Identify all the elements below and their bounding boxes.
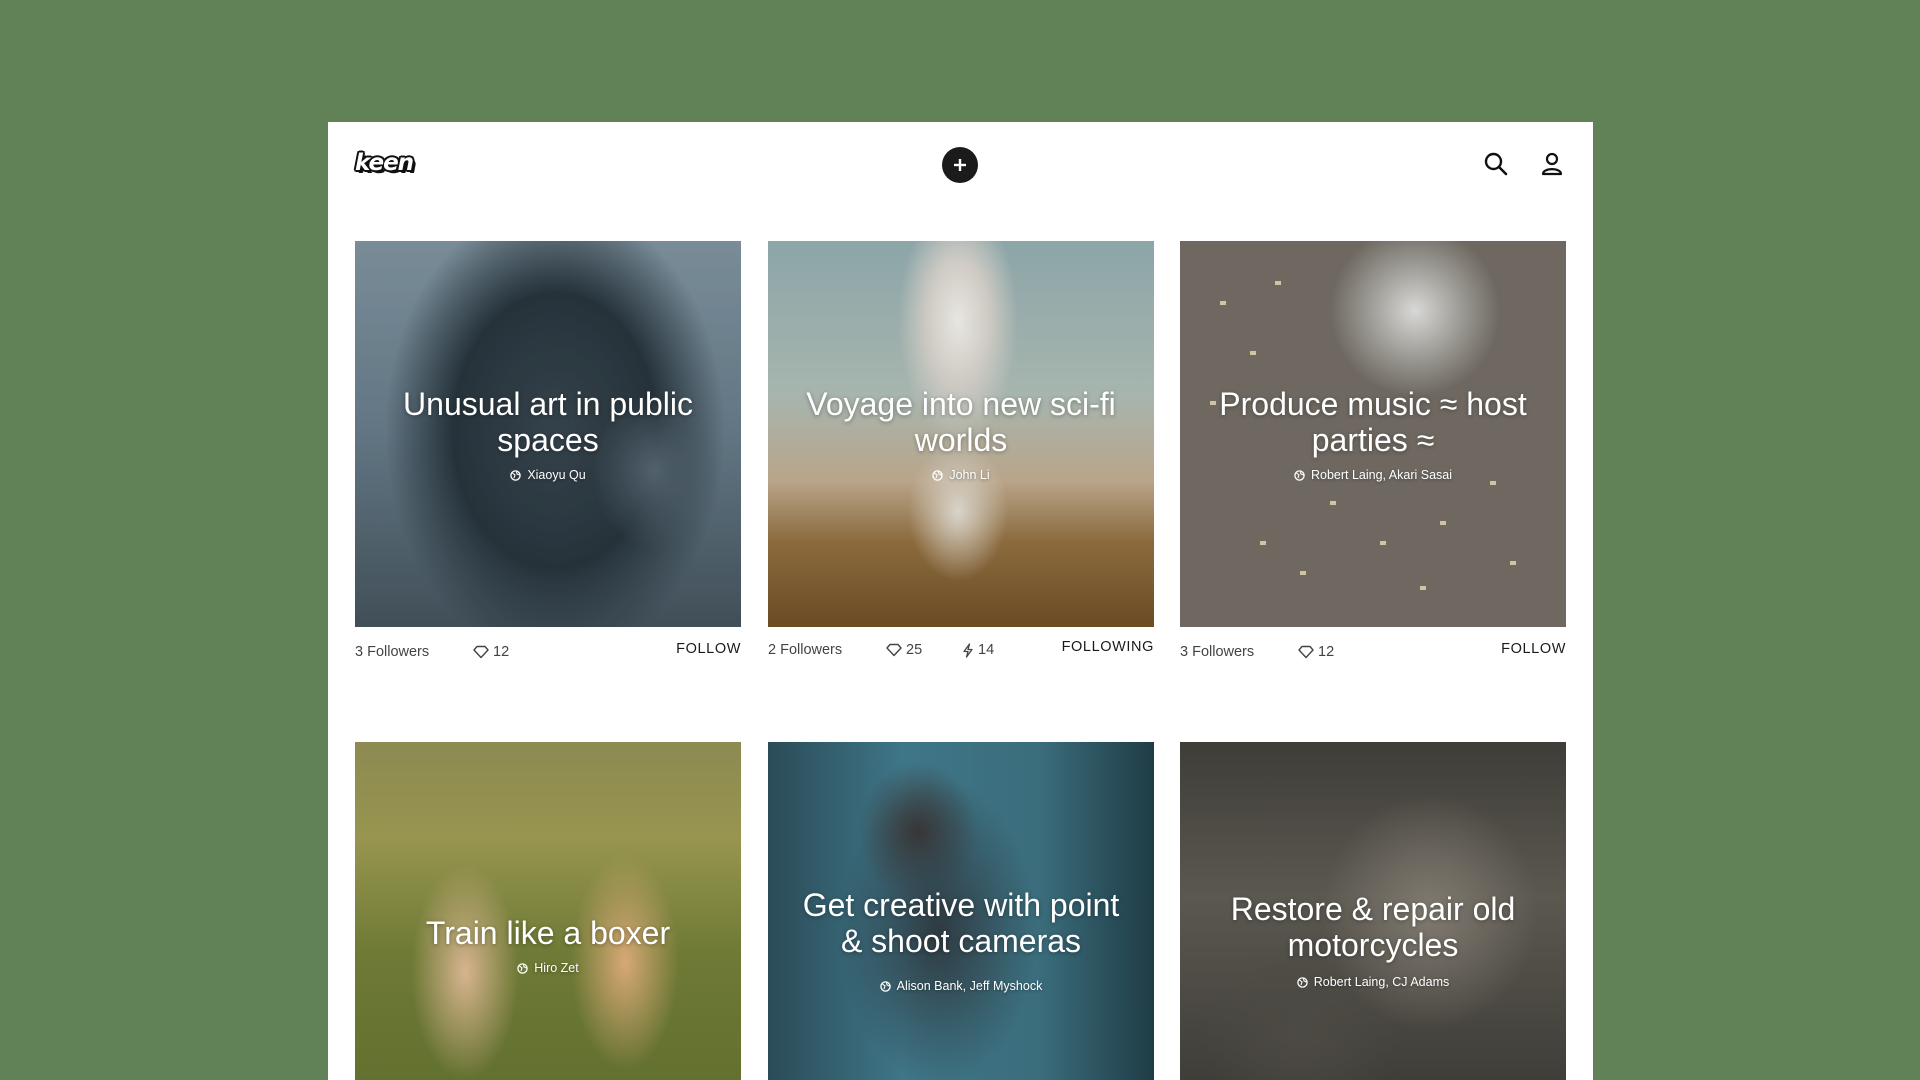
card-footer: 2 Followers 25 14 FOLLOWING <box>768 627 1154 667</box>
topic-card: Train like a boxer Hiro Zet <box>355 742 741 1080</box>
card-title: Get creative with point & shoot cameras <box>802 887 1120 959</box>
author-names: Xiaoyu Qu <box>527 468 586 482</box>
topic-card: Unusual art in public spaces Xiaoyu Qu 3… <box>355 241 741 667</box>
card-authors: Alison Bank, Jeff Myshock <box>879 979 1043 993</box>
bolts-count: 14 <box>978 642 995 658</box>
topic-card: Voyage into new sci-fi worlds John Li 2 … <box>768 241 1154 667</box>
card-image[interactable]: Restore & repair old motorcycles Robert … <box>1180 742 1566 1080</box>
author-names: John Li <box>949 468 990 482</box>
globe-icon <box>1294 469 1305 481</box>
diamond-icon <box>1298 645 1314 659</box>
following-button[interactable]: FOLLOWING <box>1062 639 1154 655</box>
create-button[interactable] <box>942 147 978 183</box>
card-authors: Xiaoyu Qu <box>510 468 586 482</box>
top-bar: keen <box>328 122 1593 202</box>
followers-count: 3 Followers <box>355 644 430 660</box>
followers-count: 3 Followers <box>1180 644 1255 660</box>
card-image[interactable]: Voyage into new sci-fi worlds John Li <box>768 241 1154 627</box>
plus-icon <box>954 159 966 171</box>
keen-logo[interactable]: keen <box>355 150 414 176</box>
card-title: Train like a boxer <box>425 915 671 951</box>
follow-button[interactable]: FOLLOW <box>676 641 741 657</box>
search-icon <box>1484 152 1508 176</box>
bolts-stat: 14 <box>962 642 994 658</box>
card-overlay: Get creative with point & shoot cameras … <box>768 742 1154 1080</box>
diamond-icon <box>473 645 489 659</box>
search-button[interactable] <box>1480 148 1512 180</box>
diamond-icon <box>886 643 902 657</box>
card-overlay: Produce music ≈ host parties ≈ Robert La… <box>1180 241 1566 627</box>
topic-card: Get creative with point & shoot cameras … <box>768 742 1154 1080</box>
profile-button[interactable] <box>1536 148 1568 180</box>
card-authors: Hiro Zet <box>517 961 579 975</box>
user-icon <box>1541 152 1563 176</box>
likes-stat: 25 <box>886 642 922 658</box>
author-names: Hiro Zet <box>534 961 579 975</box>
card-overlay: Voyage into new sci-fi worlds John Li <box>768 241 1154 627</box>
likes-stat: 12 <box>1298 644 1334 660</box>
topic-card: Produce music ≈ host parties ≈ Robert La… <box>1180 241 1566 667</box>
topic-card: Restore & repair old motorcycles Robert … <box>1180 742 1566 1080</box>
card-overlay: Unusual art in public spaces Xiaoyu Qu <box>355 241 741 627</box>
app-window: keen Unusual art in public spaces Xiaoyu… <box>328 122 1593 1080</box>
card-title: Voyage into new sci-fi worlds <box>806 386 1116 458</box>
author-names: Robert Laing, CJ Adams <box>1313 975 1450 989</box>
bolt-icon <box>963 642 973 658</box>
card-overlay: Restore & repair old motorcycles Robert … <box>1180 742 1566 1080</box>
author-names: Robert Laing, Akari Sasai <box>1310 468 1453 482</box>
card-image[interactable]: Get creative with point & shoot cameras … <box>768 742 1154 1080</box>
card-authors: Robert Laing, CJ Adams <box>1297 975 1450 989</box>
card-overlay: Train like a boxer Hiro Zet <box>355 742 741 1080</box>
card-footer: 3 Followers 12 FOLLOW <box>355 627 741 667</box>
globe-icon <box>1297 976 1308 988</box>
likes-count: 12 <box>1318 644 1335 660</box>
follow-button[interactable]: FOLLOW <box>1501 641 1566 657</box>
globe-icon <box>517 962 529 974</box>
likes-count: 25 <box>906 642 923 658</box>
likes-stat: 12 <box>473 644 509 660</box>
author-names: Alison Bank, Jeff Myshock <box>896 979 1043 993</box>
card-title: Restore & repair old motorcycles <box>1230 891 1516 963</box>
globe-icon <box>932 469 944 481</box>
card-title: Produce music ≈ host parties ≈ <box>1219 386 1527 458</box>
card-image[interactable]: Train like a boxer Hiro Zet <box>355 742 741 1080</box>
card-image[interactable]: Unusual art in public spaces Xiaoyu Qu <box>355 241 741 627</box>
card-title: Unusual art in public spaces <box>403 386 693 458</box>
card-image[interactable]: Produce music ≈ host parties ≈ Robert La… <box>1180 241 1566 627</box>
globe-icon <box>879 980 891 992</box>
card-authors: John Li <box>932 468 990 482</box>
followers-count: 2 Followers <box>768 642 843 658</box>
globe-icon <box>510 469 522 481</box>
card-footer: 3 Followers 12 FOLLOW <box>1180 627 1566 667</box>
likes-count: 12 <box>493 644 510 660</box>
card-authors: Robert Laing, Akari Sasai <box>1294 468 1452 482</box>
